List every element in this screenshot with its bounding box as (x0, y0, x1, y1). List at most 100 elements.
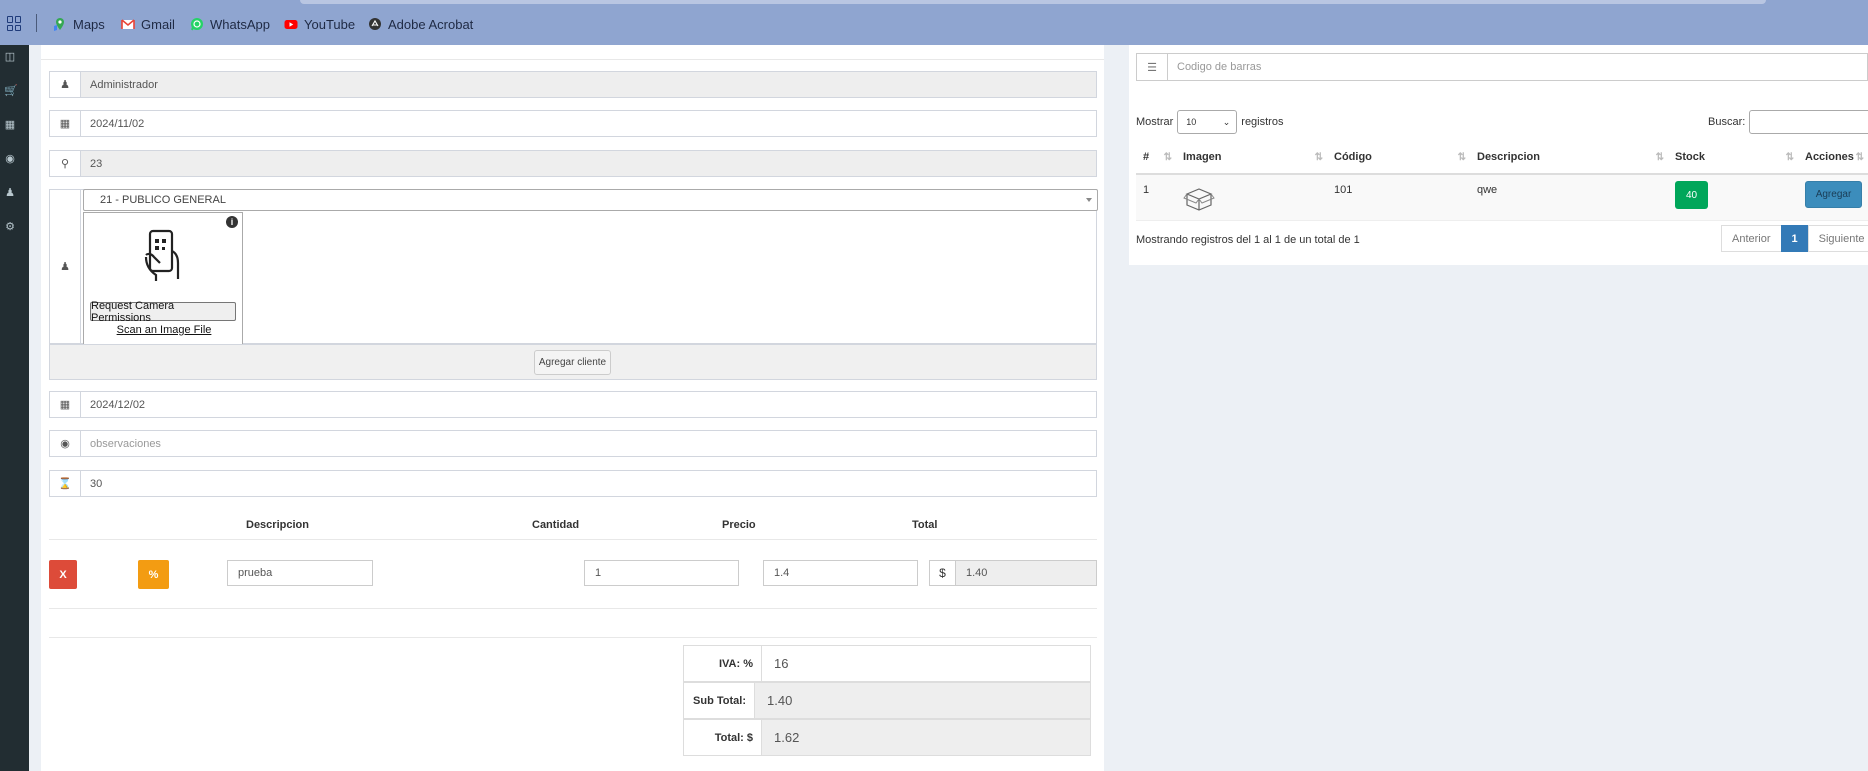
client-select[interactable]: 21 - PUBLICO GENERAL (83, 189, 1098, 211)
dropdown-arrow-icon (1086, 198, 1092, 202)
calendar-icon: ▦ (50, 392, 81, 417)
code-group: ⚲ 23 (49, 150, 1097, 177)
add-client-button[interactable]: Agregar cliente (534, 350, 611, 375)
bookmark-label: Adobe Acrobat (388, 16, 474, 32)
price-input[interactable]: 1.4 (763, 560, 918, 586)
database-icon[interactable]: ◫ (4, 51, 16, 63)
bookmark-whatsapp[interactable]: WhatsApp (190, 15, 270, 33)
remove-product-button[interactable]: X (49, 560, 77, 589)
table-search-input[interactable] (1749, 110, 1868, 134)
iva-label: IVA: % (684, 646, 762, 681)
row-descripcion: qwe (1470, 174, 1668, 221)
cart-icon[interactable]: 🛒 (4, 85, 18, 97)
app-sidebar: ◫ 🛒 ▦ ◉ ♟ ⚙ (0, 45, 29, 771)
maps-icon (54, 18, 64, 31)
column-header-descripcion[interactable]: Descripcion ⇅ (1470, 141, 1668, 175)
pagination-page[interactable]: 1 (1780, 225, 1809, 252)
gears-icon[interactable]: ⚙ (4, 221, 16, 233)
column-header-stock[interactable]: Stock ⇅ (1668, 141, 1798, 175)
records-label: registros (1241, 116, 1284, 128)
page-length-select[interactable]: 10 ⌄ (1177, 110, 1238, 134)
table-search: Buscar: (1708, 110, 1868, 134)
bookmark-maps[interactable]: Maps (53, 15, 105, 33)
total-field: 1.62 (762, 720, 1090, 755)
info-icon[interactable]: i (226, 216, 238, 228)
currency-symbol: $ (930, 561, 956, 585)
sort-icon: ⇅ (1314, 152, 1324, 163)
col-header-total: Total (912, 519, 938, 531)
due-date-field[interactable]: 2024/12/02 (81, 392, 1096, 417)
seller-group: ♟ Administrador (49, 71, 1097, 98)
product-description-input[interactable]: prueba (227, 560, 373, 586)
request-camera-permissions-button[interactable]: Request Camera Permissions (90, 300, 236, 324)
column-header-codigo[interactable]: Código ⇅ (1327, 141, 1470, 175)
barcode-icon: ☰ (1137, 54, 1168, 80)
column-header-num[interactable]: # ⇅ (1136, 141, 1176, 175)
box-icon (1183, 188, 1215, 211)
row-num: 1 (1136, 174, 1176, 221)
scan-image-file-link[interactable]: Scan an Image File (84, 324, 244, 336)
bookmark-label: YouTube (304, 16, 356, 32)
total-row: Total: $ 1.62 (683, 719, 1091, 756)
days-field[interactable]: 30 (81, 471, 1096, 496)
users-icon[interactable]: ♟ (4, 187, 16, 199)
column-header-imagen[interactable]: Imagen ⇅ (1176, 141, 1327, 175)
due-date-group: ▦ 2024/12/02 (49, 391, 1097, 418)
column-label: Stock (1675, 151, 1705, 163)
barcode-input[interactable]: Codigo de barras (1168, 54, 1867, 80)
sale-code-field: 23 (81, 151, 1096, 176)
divider (49, 637, 1097, 638)
client-block: ♟ 21 - PUBLICO GENERAL i Request Camera … (49, 189, 1098, 345)
show-label: Mostrar (1136, 116, 1174, 128)
bookmark-youtube[interactable]: YouTube (284, 15, 355, 33)
bookmark-label: WhatsApp (210, 16, 270, 32)
pagination-prev[interactable]: Anterior (1721, 225, 1782, 252)
divider (49, 539, 1097, 540)
help-icon[interactable]: ◉ (4, 153, 16, 165)
pagination-next[interactable]: Siguiente (1807, 225, 1868, 252)
client-select-value: 21 - PUBLICO GENERAL (100, 194, 226, 206)
total-label: Total: $ (684, 720, 762, 755)
column-header-acciones[interactable]: Acciones ⇅ (1798, 141, 1868, 175)
barcode-group: ☰ Codigo de barras (1136, 53, 1868, 81)
divider (49, 608, 1097, 609)
add-client-bar: Agregar cliente (49, 344, 1097, 380)
col-header-cantidad: Cantidad (532, 519, 580, 531)
line-total-group: $ 1.40 (929, 560, 1097, 586)
sort-icon: ⇅ (1655, 152, 1665, 163)
calendar-icon: ▦ (50, 111, 81, 136)
discount-button[interactable]: % (138, 560, 169, 589)
bookmark-label: Maps (73, 16, 105, 32)
users-icon: ♟ (50, 190, 81, 343)
date-field[interactable]: 2024/11/02 (81, 111, 1096, 136)
gmail-icon (121, 19, 135, 29)
bookmark-gmail[interactable]: Gmail (121, 15, 175, 33)
row-stock-cell: 40 (1668, 174, 1798, 221)
user-icon: ♟ (50, 72, 81, 97)
apps-grid-icon[interactable] (7, 16, 22, 31)
iva-input[interactable]: 16 (762, 646, 1090, 681)
sort-icon: ⇅ (1855, 152, 1865, 163)
quantity-input[interactable]: 1 (584, 560, 739, 586)
iva-row: IVA: % 16 (683, 645, 1091, 682)
observations-input[interactable]: observaciones (81, 431, 1096, 456)
tab-strip-edge (300, 0, 1766, 4)
column-label: Acciones (1805, 151, 1854, 163)
whatsapp-icon (191, 18, 203, 31)
grid-icon[interactable]: ▦ (4, 119, 16, 131)
sort-icon: ⇅ (1457, 152, 1467, 163)
product-image-cell (1176, 174, 1327, 221)
pagination: Anterior 1 Siguiente (1721, 225, 1868, 252)
subtotal-row: Sub Total: 1.40 (683, 682, 1091, 719)
panel-header (41, 45, 1104, 60)
hourglass-icon: ⌛ (50, 471, 81, 496)
table-row: 1 101 qwe 40 Agregar (1136, 174, 1868, 221)
bookmark-adobe-acrobat[interactable]: Adobe Acrobat (368, 15, 473, 33)
bookmark-separator (36, 14, 37, 32)
subtotal-label: Sub Total: (684, 683, 755, 718)
table-info: Mostrando registros del 1 al 1 de un tot… (1136, 234, 1360, 246)
add-product-button[interactable]: Agregar (1805, 181, 1862, 208)
column-label: # (1143, 151, 1150, 163)
stock-badge: 40 (1675, 181, 1708, 209)
products-table: # ⇅ Imagen ⇅ Código ⇅ Descripcion ⇅ Stock ⇅ A… (1136, 141, 1868, 221)
